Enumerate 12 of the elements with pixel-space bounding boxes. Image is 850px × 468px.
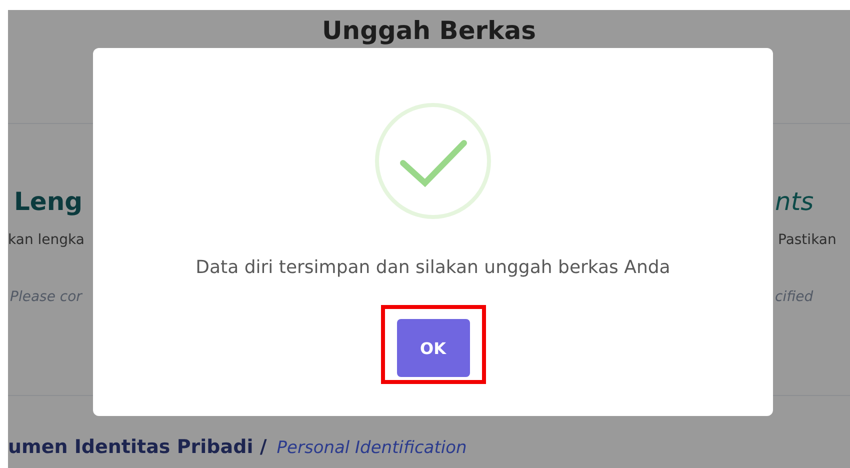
instruction-text: kan lengka <box>8 232 86 250</box>
note-text: Please cor <box>10 289 84 305</box>
section-title: umen Identitas Pribadi / <box>8 436 267 458</box>
dialog-message: Data diri tersimpan dan silakan unggah berkas Anda <box>196 257 670 278</box>
note-text: cified <box>775 289 814 305</box>
section-heading: Leng <box>14 186 84 218</box>
checkmark-icon <box>373 101 493 221</box>
instruction-text: Pastikan <box>778 232 838 250</box>
section-subtitle: Personal Identification <box>276 438 467 458</box>
section-heading: nts <box>775 186 815 218</box>
page-title: Unggah Berkas <box>321 15 537 46</box>
ok-button[interactable]: OK <box>396 319 470 377</box>
